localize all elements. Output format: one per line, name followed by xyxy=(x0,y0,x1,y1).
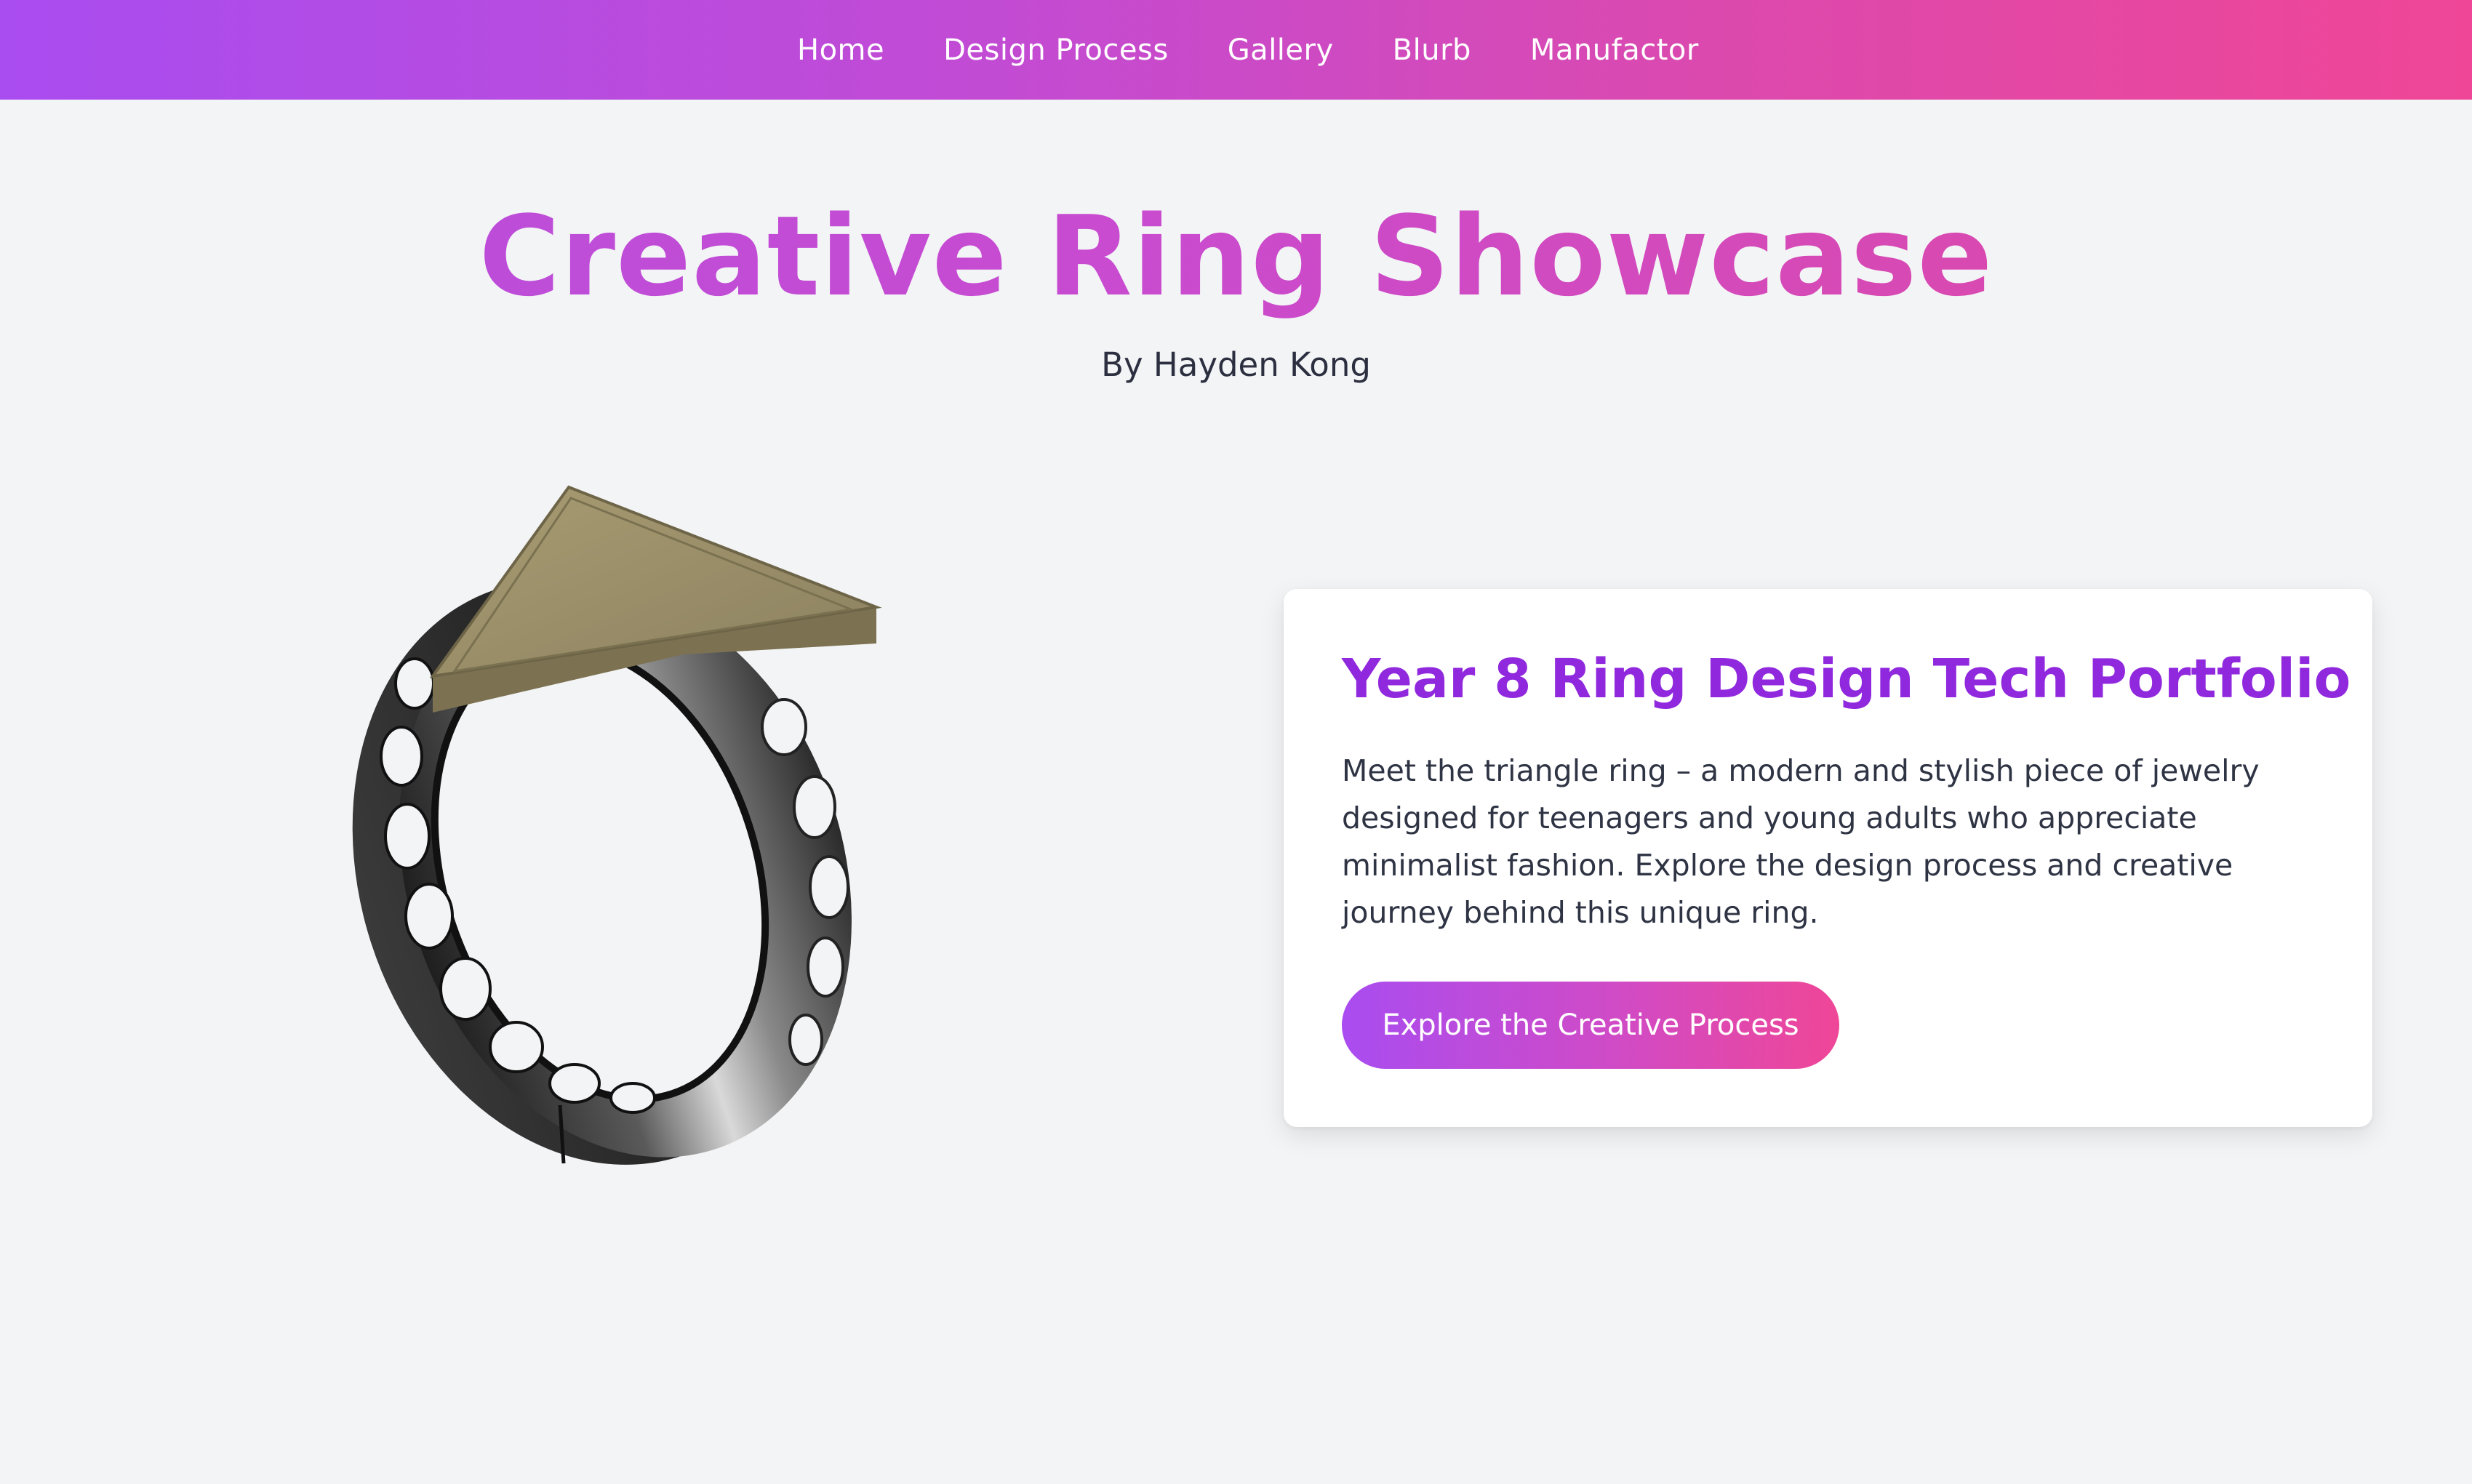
nav-link-design-process[interactable]: Design Process xyxy=(943,33,1169,67)
portfolio-card: Year 8 Ring Design Tech Portfolio Meet t… xyxy=(1284,589,2372,1127)
top-navbar: Home Design Process Gallery Blurb Manufa… xyxy=(0,0,2472,100)
nav-link-home[interactable]: Home xyxy=(797,33,884,67)
ring-image xyxy=(320,465,975,1222)
page-title: Creative Ring Showcase xyxy=(0,188,2472,326)
nav-link-gallery[interactable]: Gallery xyxy=(1228,33,1334,67)
author-byline: By Hayden Kong xyxy=(1101,345,1371,384)
nav-menu: Home Design Process Gallery Blurb Manufa… xyxy=(797,0,1699,100)
card-description: Meet the triangle ring – a modern and st… xyxy=(1342,753,2260,930)
nav-link-manufactor[interactable]: Manufactor xyxy=(1530,33,1699,67)
explore-process-button[interactable]: Explore the Creative Process xyxy=(1342,982,1839,1069)
card-title: Year 8 Ring Design Tech Portfolio xyxy=(1342,648,2351,710)
nav-link-blurb[interactable]: Blurb xyxy=(1393,33,1471,67)
triangle-ring-image xyxy=(352,485,882,1165)
